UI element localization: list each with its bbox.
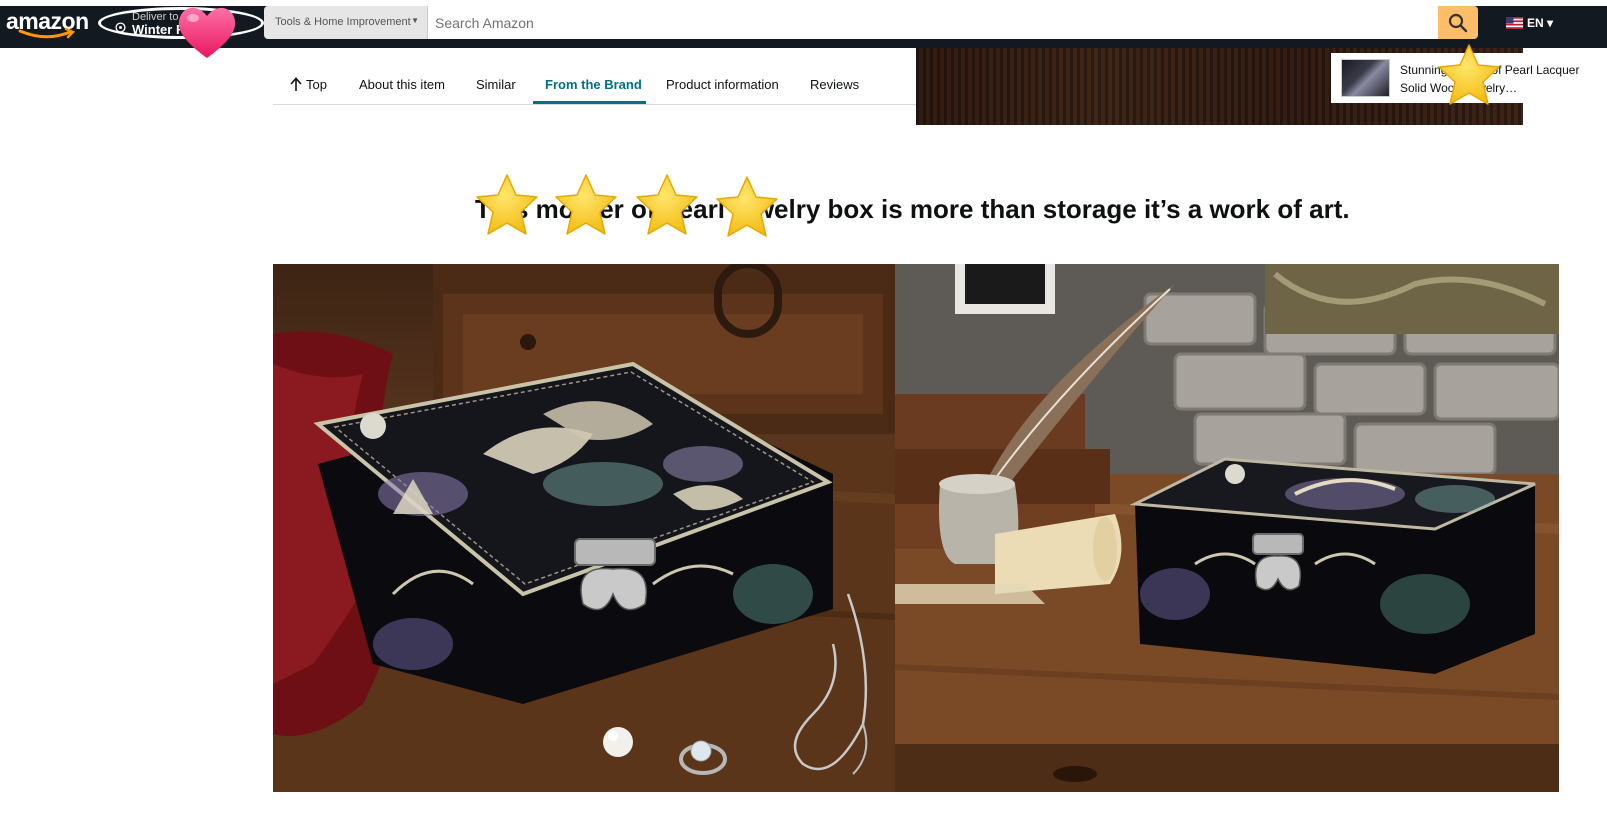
amazon-logo[interactable]: amazon xyxy=(6,8,94,40)
tab-top[interactable]: Top xyxy=(306,77,327,92)
map-pin-icon xyxy=(115,22,126,33)
star-icon xyxy=(636,174,698,235)
magnifier-icon xyxy=(1448,13,1468,33)
logo-smile-icon xyxy=(18,28,76,39)
language-label: EN xyxy=(1527,16,1544,30)
up-arrow-icon xyxy=(290,77,302,91)
tab-about-this-item[interactable]: About this item xyxy=(359,77,445,92)
product-title-snippet: Stunning Mother of Pearl Lacquer Solid W… xyxy=(1400,63,1580,95)
jewelry-box-photo-left xyxy=(273,264,895,792)
tab-product-information[interactable]: Product information xyxy=(666,77,779,92)
language-code: EN ▾ xyxy=(1527,16,1554,30)
star-icon xyxy=(476,174,538,235)
brand-image-gallery xyxy=(273,264,1559,792)
product-section-nav: Top About this item Similar From the Bra… xyxy=(273,48,916,105)
product-photo-right xyxy=(895,264,1559,792)
search-input[interactable] xyxy=(428,6,1439,39)
tab-reviews[interactable]: Reviews xyxy=(810,77,859,92)
tab-from-the-brand[interactable]: From the Brand xyxy=(545,77,642,92)
search-category-dropdown[interactable]: Tools & Home Improvement ▼ xyxy=(264,6,428,39)
us-flag-icon xyxy=(1506,17,1523,29)
product-photo-left xyxy=(273,264,895,792)
search-button[interactable] xyxy=(1438,6,1478,39)
star-icon xyxy=(716,176,778,237)
deliver-location: Winter F xyxy=(132,22,180,37)
search-category-label: Tools & Home Improvement xyxy=(275,16,411,28)
star-icon xyxy=(1438,44,1500,105)
caret-down-icon: ▼ xyxy=(411,16,419,25)
product-thumbnail xyxy=(1341,59,1390,97)
active-tab-indicator xyxy=(533,101,646,104)
jewelry-box-photo-right xyxy=(895,264,1559,792)
tab-similar[interactable]: Similar xyxy=(476,77,516,92)
heart-icon xyxy=(178,7,236,59)
star-icon xyxy=(555,174,617,235)
